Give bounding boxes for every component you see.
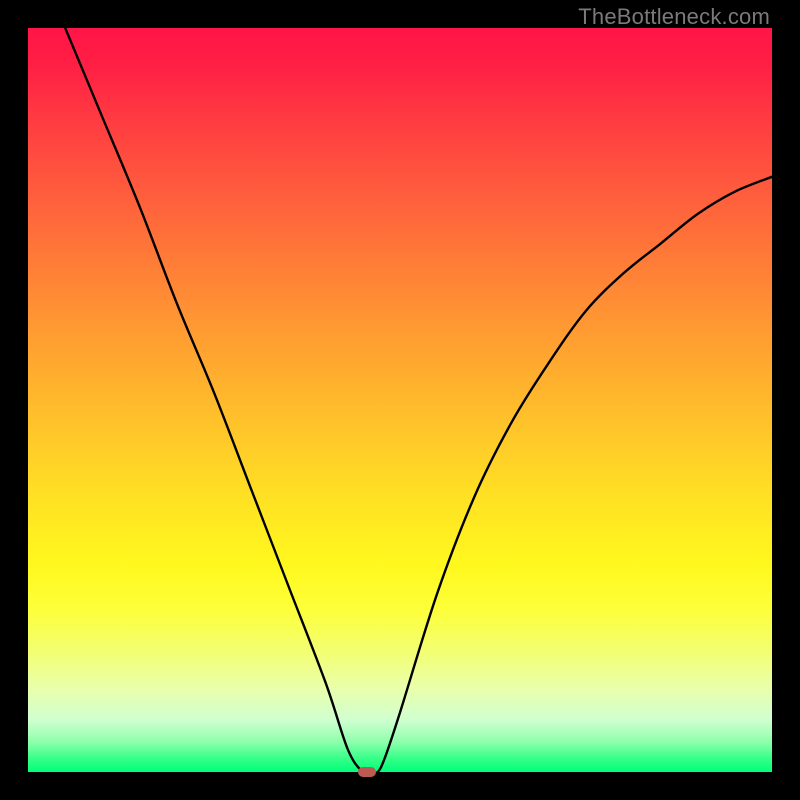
watermark-text: TheBottleneck.com	[578, 4, 770, 30]
chart-frame: TheBottleneck.com	[0, 0, 800, 800]
minimum-marker	[358, 767, 376, 777]
curve-svg	[28, 28, 772, 772]
plot-area	[28, 28, 772, 772]
bottleneck-curve-path	[65, 28, 772, 772]
